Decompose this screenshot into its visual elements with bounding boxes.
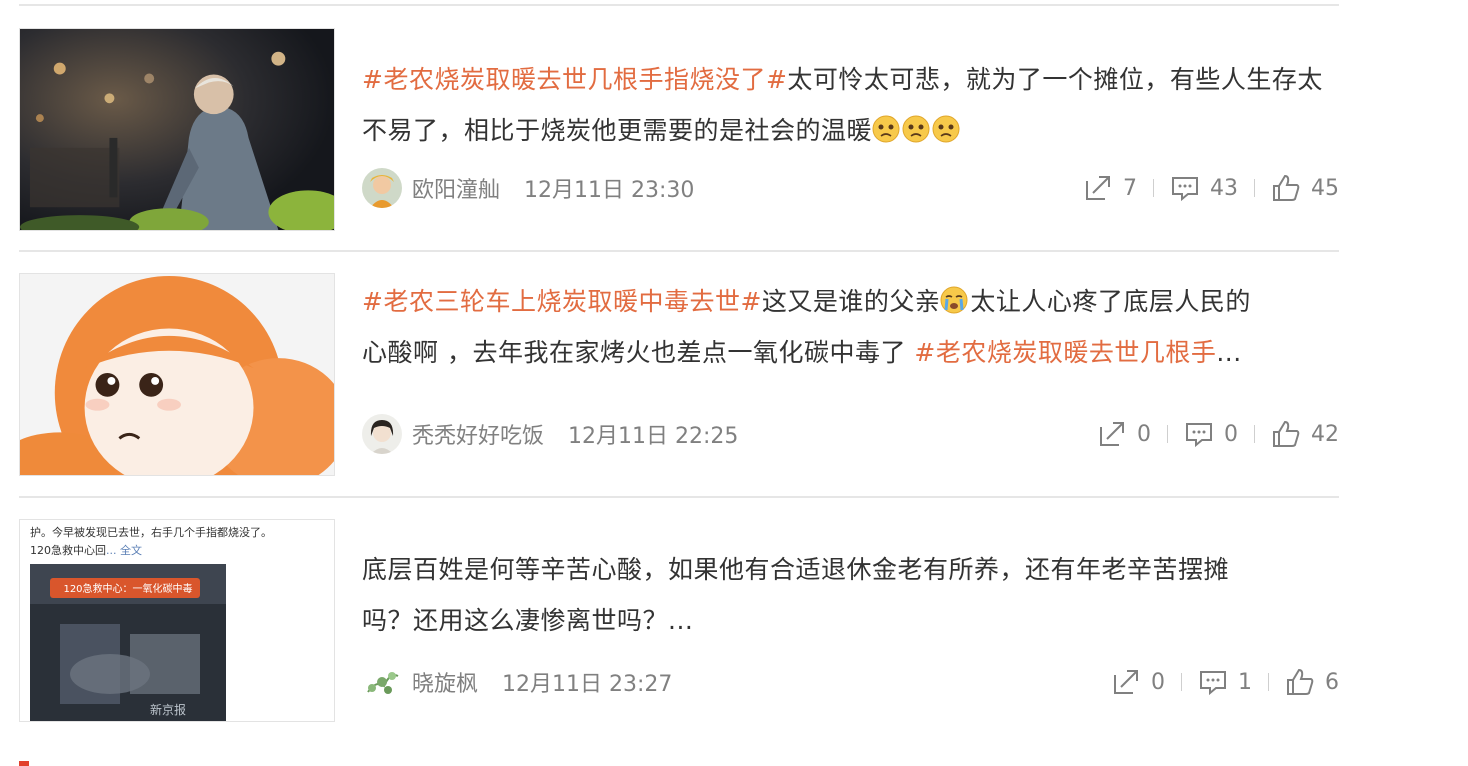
avatar[interactable] — [362, 662, 402, 702]
comment-icon — [1186, 423, 1212, 448]
sad-face-emoji-icon — [872, 115, 902, 145]
post-time: 12月11日 23:27 — [502, 672, 673, 697]
repost-count: 0 — [1151, 669, 1165, 695]
repost-button[interactable]: 7 — [1083, 173, 1137, 203]
like-button[interactable]: 45 — [1271, 173, 1339, 203]
post-text: 底层百姓是何等辛苦心酸，如果他有合适退休金老有所养，还有年老辛苦摆摊 吗？还用这么… — [362, 544, 1339, 646]
repost-button[interactable]: 0 — [1097, 419, 1151, 449]
section-marker — [19, 761, 29, 766]
thumbnail-caption: 护。今早被发现已去世，右手几个手指都烧没了。 120急救中心回... 全文 — [30, 524, 330, 560]
share-icon — [1100, 422, 1124, 446]
post-meta: 秃秃好好吃饭 12月11日 22:25 0 0 42 — [362, 414, 1339, 454]
sad-face-emoji-icon — [932, 115, 962, 145]
divider — [1181, 673, 1182, 691]
post-thumbnail[interactable] — [19, 273, 335, 476]
post-stats: 7 43 45 — [1083, 173, 1339, 203]
author-name[interactable]: 秃秃好好吃饭 — [412, 418, 544, 450]
repost-button[interactable]: 0 — [1111, 667, 1165, 697]
divider — [1254, 425, 1255, 443]
crying-face-emoji-icon — [940, 286, 970, 316]
post-text: #老农三轮车上烧炭取暖中毒去世#这又是谁的父亲 太让人心疼了底层人民的心酸啊 ，去… — [362, 276, 1339, 378]
comment-button[interactable]: 1 — [1198, 667, 1252, 697]
hashtag-link[interactable]: #老农烧炭取暖去世几根手 — [914, 338, 1216, 367]
comment-count: 0 — [1224, 421, 1238, 447]
post-thumbnail[interactable]: 护。今早被发现已去世，右手几个手指都烧没了。 120急救中心回... 全文 新京… — [19, 519, 335, 722]
comment-button[interactable]: 0 — [1184, 419, 1238, 449]
comment-icon — [1172, 177, 1198, 202]
author-name[interactable]: 晓旋枫 — [412, 666, 478, 698]
orange-cartoon-character-image — [20, 274, 334, 475]
post-text-body: 吗？还用这么凄惨离世吗？... — [362, 606, 694, 635]
like-count: 45 — [1311, 175, 1339, 201]
post-text-body: 底层百姓是何等辛苦心酸，如果他有合适退休金老有所养，还有年老辛苦摆摊 — [362, 555, 1230, 584]
like-button[interactable]: 6 — [1285, 667, 1339, 697]
post-stats: 0 1 6 — [1111, 667, 1339, 697]
divider — [1254, 179, 1255, 197]
comment-icon — [1200, 671, 1226, 696]
divider — [1167, 425, 1168, 443]
post-meta: 欧阳潼舢 12月11日 23:30 7 43 45 — [362, 168, 1339, 208]
divider — [1268, 673, 1269, 691]
thumbnail-watermark: 新京报 — [150, 702, 186, 717]
comment-count: 1 — [1238, 669, 1252, 695]
thumbnail-caption-text: 120急救中心回 — [30, 544, 106, 557]
post-card[interactable]: #老农三轮车上烧炭取暖中毒去世#这又是谁的父亲 太让人心疼了底层人民的心酸啊 ，去… — [19, 252, 1339, 496]
post-text-body: 心酸啊 ，去年我在家烤火也差点一氧化碳中毒了 — [362, 338, 915, 367]
repost-count: 7 — [1123, 175, 1137, 201]
post-text: #老农烧炭取暖去世几根手指烧没了#太可怜太可悲，就为了一个摊位，有些人生存太不易… — [362, 54, 1339, 156]
post-text-body: 这又是谁的父亲 — [761, 287, 941, 316]
share-icon — [1086, 176, 1110, 200]
thumbnail-caption-line: 护。今早被发现已去世，右手几个手指都烧没了。 — [30, 526, 272, 539]
author-name[interactable]: 欧阳潼舢 — [412, 172, 500, 204]
thumbnail-caption-more: ... 全文 — [106, 544, 142, 557]
post-content[interactable]: #老农烧炭取暖去世几根手指烧没了#太可怜太可悲，就为了一个摊位，有些人生存太不易… — [362, 54, 1339, 156]
avatar[interactable] — [362, 414, 402, 454]
hashtag-link[interactable]: #老农三轮车上烧炭取暖中毒去世# — [362, 287, 762, 316]
ellipsis: ... — [1216, 338, 1242, 367]
like-button[interactable]: 42 — [1271, 419, 1339, 449]
post-meta: 晓旋枫 12月11日 23:27 0 1 6 — [362, 662, 1339, 702]
avatar[interactable] — [362, 168, 402, 208]
comment-button[interactable]: 43 — [1170, 173, 1238, 203]
thumbnail-banner: 120急救中心：一氧化碳中毒 — [63, 582, 192, 595]
comment-count: 43 — [1210, 175, 1238, 201]
post-stats: 0 0 42 — [1097, 419, 1339, 449]
post-content[interactable]: #老农三轮车上烧炭取暖中毒去世#这又是谁的父亲 太让人心疼了底层人民的心酸啊 ，去… — [362, 276, 1339, 378]
post-text-body: 太让人心疼了底层人民的 — [970, 287, 1251, 316]
like-count: 6 — [1325, 669, 1339, 695]
share-icon — [1114, 670, 1138, 694]
blurred-news-screenshot-image: 新京报 120急救中心：一氧化碳中毒 — [30, 564, 226, 721]
post-card[interactable]: #老农烧炭取暖去世几根手指烧没了#太可怜太可悲，就为了一个摊位，有些人生存太不易… — [19, 6, 1339, 250]
post-time: 12月11日 22:25 — [568, 424, 739, 449]
thumbs-up-icon — [1287, 668, 1314, 695]
post-card[interactable]: 护。今早被发现已去世，右手几个手指都烧没了。 120急救中心回... 全文 新京… — [19, 498, 1339, 742]
sad-face-emoji-icon — [902, 115, 932, 145]
like-count: 42 — [1311, 421, 1339, 447]
hashtag-link[interactable]: #老农烧炭取暖去世几根手指烧没了# — [362, 65, 787, 94]
post-content[interactable]: 底层百姓是何等辛苦心酸，如果他有合适退休金老有所养，还有年老辛苦摆摊 吗？还用这么… — [362, 544, 1339, 646]
thumbs-up-icon — [1273, 174, 1300, 201]
post-time: 12月11日 23:30 — [524, 178, 695, 203]
post-feed: #老农烧炭取暖去世几根手指烧没了#太可怜太可悲，就为了一个摊位，有些人生存太不易… — [19, 4, 1339, 742]
thumbnail-caption-line: 120急救中心回... 全文 — [30, 542, 330, 560]
divider — [1153, 179, 1154, 197]
repost-count: 0 — [1137, 421, 1151, 447]
post-thumbnail[interactable] — [19, 28, 335, 231]
thumbs-up-icon — [1273, 420, 1300, 447]
night-market-elderly-man-image — [20, 29, 334, 230]
